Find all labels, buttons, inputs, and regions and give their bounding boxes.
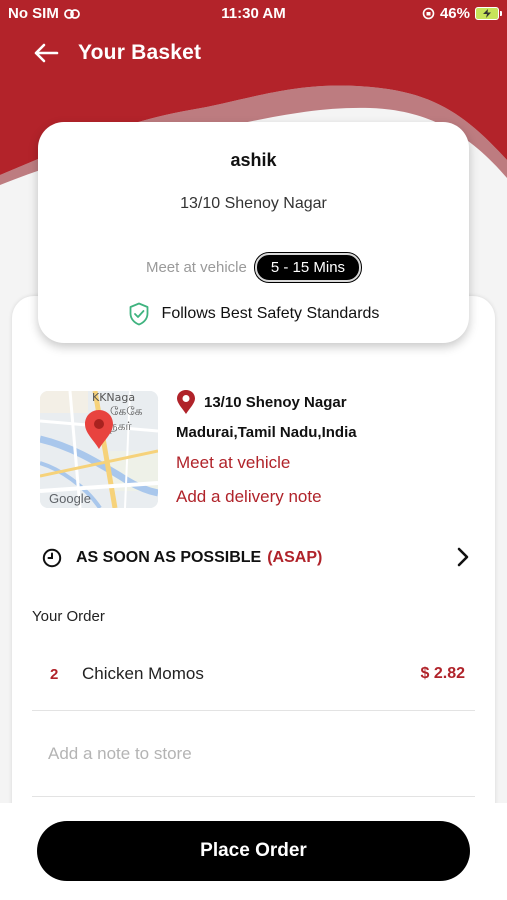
app-header: Your Basket [0, 30, 507, 76]
shield-check-icon [129, 302, 148, 326]
location-pin-icon [177, 390, 195, 414]
meet-label: Meet at vehicle [145, 259, 247, 276]
item-name: Chicken Momos [82, 664, 204, 683]
orientation-lock-icon [422, 7, 435, 20]
map-label-top: KKNaga [92, 391, 135, 404]
map-thumbnail[interactable]: KKNaga கேகே நகர் Google [40, 391, 158, 508]
back-button[interactable] [26, 33, 66, 73]
order-section-label: Your Order [32, 608, 105, 625]
address-line2: Madurai,Tamil Nadu,India [176, 424, 357, 441]
chevron-right-icon [457, 547, 469, 567]
basket-screen: No SIM 11:30 AM 46% Your Basket ashik 13… [0, 0, 507, 900]
item-price: $ 2.82 [420, 665, 465, 682]
clock-icon [42, 548, 62, 568]
schedule-row[interactable]: AS SOON AS POSSIBLE (ASAP) [42, 540, 472, 576]
divider [32, 796, 475, 797]
schedule-label: AS SOON AS POSSIBLE [76, 549, 262, 566]
customer-name: ashik [230, 150, 277, 170]
store-note-input[interactable] [46, 733, 470, 775]
battery-icon [475, 7, 502, 20]
eta-badge: 5 - 15 Mins [254, 253, 362, 282]
order-item[interactable]: 2 Chicken Momos $ 2.82 [32, 648, 475, 700]
map-watermark: Google [49, 491, 91, 506]
battery-percent: 46% [439, 5, 470, 22]
page-title: Your Basket [78, 41, 202, 64]
delivery-address-block: 13/10 Shenoy Nagar Madurai,Tamil Nadu,In… [176, 388, 486, 507]
meet-option-link[interactable]: Meet at vehicle [176, 453, 486, 473]
map-label-bot: நகர் [110, 419, 132, 433]
schedule-tag: (ASAP) [267, 549, 323, 566]
safety-row: Follows Best Safety Standards [38, 302, 469, 326]
arrow-left-icon [34, 43, 59, 63]
divider [32, 710, 475, 711]
status-bar: No SIM 11:30 AM 46% [0, 0, 507, 28]
meet-row: Meet at vehicle 5 - 15 Mins [38, 253, 469, 282]
status-right: 46% [422, 5, 502, 22]
place-order-button[interactable]: Place Order [37, 821, 470, 881]
safety-text: Follows Best Safety Standards [161, 305, 380, 322]
map-label-mid: கேகே [110, 404, 143, 418]
customer-info-card: ashik 13/10 Shenoy Nagar Meet at vehicle… [38, 122, 469, 343]
address-line1: 13/10 Shenoy Nagar [204, 393, 347, 411]
add-delivery-note-link[interactable]: Add a delivery note [176, 487, 486, 507]
map-graphic: KKNaga கேகே நகர் Google [40, 391, 158, 508]
address-line1-row: 13/10 Shenoy Nagar [176, 388, 486, 416]
customer-address: 13/10 Shenoy Nagar [180, 195, 327, 212]
item-quantity: 2 [50, 665, 59, 683]
